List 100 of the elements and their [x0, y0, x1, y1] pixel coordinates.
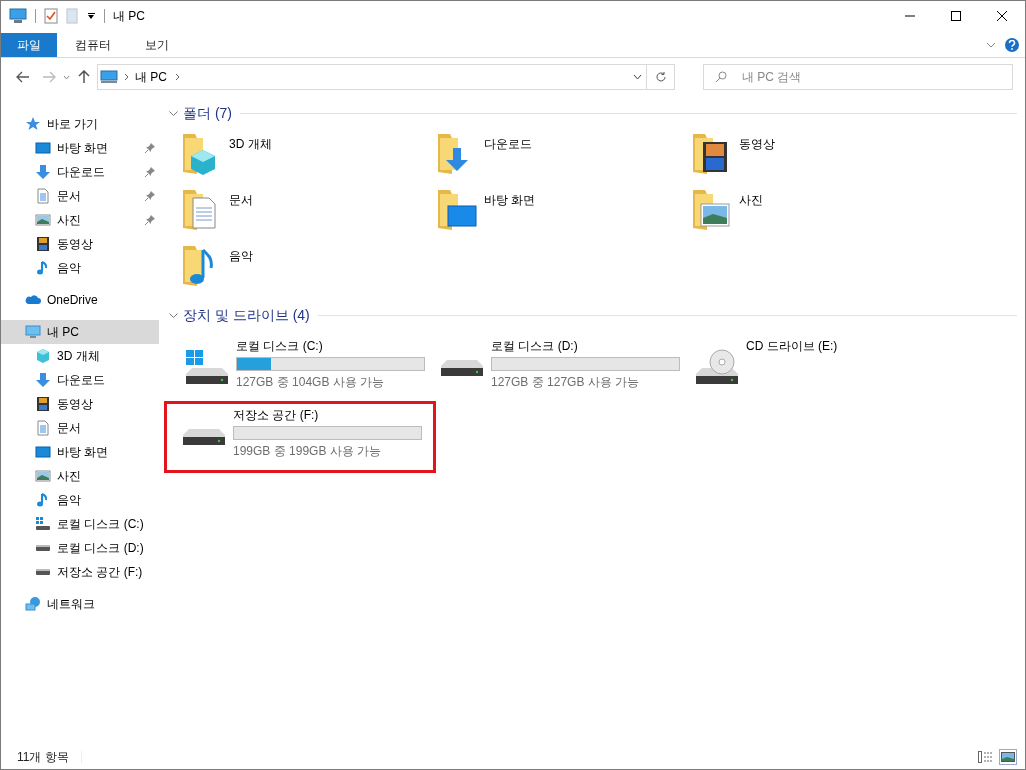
- drive-item[interactable]: CD 드라이브 (E:): [677, 332, 932, 404]
- close-icon: [997, 11, 1007, 21]
- folder-with-picture-icon: [691, 188, 733, 232]
- up-arrow-icon: [78, 70, 90, 84]
- drive-icon: [35, 568, 51, 576]
- nav-item[interactable]: 로컬 디스크 (C:): [1, 512, 159, 536]
- nav-item-label: 로컬 디스크 (D:): [57, 540, 144, 557]
- pin-icon: [145, 191, 155, 201]
- down-arrow-icon: [35, 164, 51, 180]
- nav-item[interactable]: 동영상: [1, 232, 159, 256]
- nav-item[interactable]: 문서: [1, 184, 159, 208]
- chevron-right-icon: [124, 73, 129, 81]
- nav-item[interactable]: 음악: [1, 488, 159, 512]
- hard-drive-icon: [181, 428, 227, 446]
- folder-item[interactable]: 바탕 화면: [436, 188, 691, 244]
- nav-item-label: 동영상: [57, 396, 93, 413]
- folder-item[interactable]: 다운로드: [436, 132, 691, 188]
- nav-item-label: 음악: [57, 492, 81, 509]
- nav-item-label: 저장소 공간 (F:): [57, 564, 143, 581]
- maximize-icon: [951, 11, 961, 21]
- chevron-down-icon: [62, 74, 70, 80]
- folder-with-monitor-icon: [436, 188, 478, 232]
- nav-item[interactable]: 사진: [1, 464, 159, 488]
- details-view-icon: [978, 751, 992, 763]
- nav-item[interactable]: 문서: [1, 416, 159, 440]
- picture-icon: [1001, 752, 1015, 762]
- folder-item[interactable]: 동영상: [691, 132, 946, 188]
- address-field[interactable]: 내 PC: [97, 64, 647, 90]
- document-icon: [35, 188, 51, 204]
- nav-item-label: 네트워크: [47, 596, 95, 613]
- nav-item-label: 다운로드: [57, 164, 105, 181]
- ribbon-tab[interactable]: 컴퓨터: [59, 33, 127, 57]
- nav-item-label: 바탕 화면: [57, 444, 109, 461]
- free-space-text: 127GB 중 104GB 사용 가능: [236, 374, 386, 391]
- folder-name: 바탕 화면: [484, 192, 536, 209]
- nav-item-label: 바로 가기: [47, 116, 99, 133]
- drive-item[interactable]: 저장소 공간 (F:) 199GB 중 199GB 사용 가능: [164, 401, 436, 473]
- right-arrow-icon: [42, 71, 56, 83]
- nav-item[interactable]: 네트워크: [1, 592, 159, 616]
- folder-name: 다운로드: [484, 136, 532, 153]
- folder-name: 음악: [229, 248, 253, 265]
- checklist-icon: [44, 8, 58, 24]
- search-icon: [715, 71, 727, 83]
- film-icon: [35, 236, 51, 252]
- drive-item[interactable]: 로컬 디스크 (D:) 127GB 중 127GB 사용 가능: [422, 332, 677, 404]
- nav-item[interactable]: 사진: [1, 208, 159, 232]
- drive-name: 로컬 디스크 (D:): [491, 338, 579, 355]
- window-title: 내 PC: [113, 8, 145, 25]
- refresh-button[interactable]: [647, 64, 675, 90]
- ribbon-tab[interactable]: 보기: [129, 33, 185, 57]
- help-icon: [1008, 40, 1016, 50]
- chevron-down-icon: [168, 110, 178, 116]
- document-icon: [35, 420, 51, 436]
- folder-item[interactable]: 음악: [181, 244, 436, 300]
- nav-item-label: 다운로드: [57, 372, 105, 389]
- chevron-down-icon: [632, 74, 642, 80]
- nav-item-label: 바탕 화면: [57, 140, 109, 157]
- nav-item[interactable]: OneDrive: [1, 288, 159, 312]
- nav-item[interactable]: 음악: [1, 256, 159, 280]
- nav-item[interactable]: 바로 가기: [1, 112, 159, 136]
- details-view-button[interactable]: [977, 749, 993, 765]
- free-space-text: 127GB 중 127GB 사용 가능: [491, 374, 641, 391]
- nav-item[interactable]: 저장소 공간 (F:): [1, 560, 159, 584]
- nav-item[interactable]: 바탕 화면: [1, 136, 159, 160]
- star-icon: [25, 116, 41, 132]
- nav-item-label: 문서: [57, 420, 81, 437]
- chevron-down-icon: [986, 42, 996, 48]
- item-count: 11개 항목: [17, 749, 69, 766]
- drive-item[interactable]: 로컬 디스크 (C:) 127GB 중 104GB 사용 가능: [167, 332, 422, 404]
- folder-name: 3D 개체: [229, 136, 272, 153]
- blank-page-icon: [66, 8, 78, 24]
- large-icons-view-button[interactable]: [999, 749, 1017, 765]
- group-heading: 장치 및 드라이브 (4): [183, 305, 310, 325]
- nav-item[interactable]: 로컬 디스크 (D:): [1, 536, 159, 560]
- monitor-icon: [25, 324, 41, 340]
- folder-item[interactable]: 문서: [181, 188, 436, 244]
- drive-name: 저장소 공간 (F:): [233, 407, 320, 424]
- chevron-right-icon: [175, 73, 180, 81]
- nav-item[interactable]: 3D 개체: [1, 344, 159, 368]
- folder-item[interactable]: 3D 개체: [181, 132, 436, 188]
- nav-item[interactable]: 바탕 화면: [1, 440, 159, 464]
- monitor-icon: [35, 140, 51, 156]
- nav-item[interactable]: 내 PC: [1, 320, 159, 344]
- nav-item-label: 음악: [57, 260, 81, 277]
- nav-item[interactable]: 동영상: [1, 392, 159, 416]
- drive-icon: [35, 544, 51, 552]
- monitor-icon: [100, 70, 118, 84]
- search-field[interactable]: 내 PC 검색: [703, 64, 1013, 90]
- monitor-icon: [9, 8, 27, 24]
- picture-icon: [35, 468, 51, 484]
- film-icon: [35, 396, 51, 412]
- help-button[interactable]: [1005, 38, 1019, 52]
- nav-item-label: 로컬 디스크 (C:): [57, 516, 144, 533]
- folder-item[interactable]: 사진: [691, 188, 946, 244]
- ribbon-tab[interactable]: 파일: [1, 33, 57, 57]
- nav-item[interactable]: 다운로드: [1, 160, 159, 184]
- nav-item[interactable]: 다운로드: [1, 368, 159, 392]
- drive-name: CD 드라이브 (E:): [746, 338, 838, 355]
- free-space-text: 199GB 중 199GB 사용 가능: [233, 443, 383, 460]
- pin-icon: [145, 167, 155, 177]
